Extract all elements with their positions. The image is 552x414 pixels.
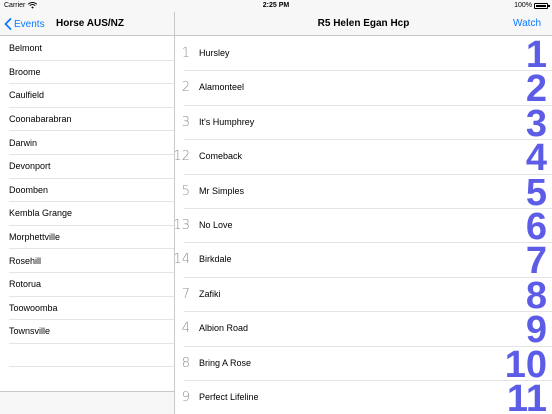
venue-item[interactable]: Doomben <box>9 179 174 203</box>
back-button-label: Events <box>14 18 45 30</box>
events-back-button[interactable]: Events <box>4 16 45 32</box>
runner-row[interactable]: 3 It's Humphrey 3 <box>182 104 552 144</box>
venue-item[interactable]: Townsville <box>9 320 174 344</box>
venue-item[interactable]: Devonport <box>9 155 174 179</box>
watch-button[interactable]: Watch <box>513 18 541 29</box>
runner-number: 12 <box>173 149 190 165</box>
battery-icon <box>534 3 550 9</box>
runner-number: 4 <box>181 321 190 337</box>
runner-row[interactable]: 5 Mr Simples 5 <box>182 173 552 213</box>
runner-name: Zafiki <box>199 288 221 299</box>
runner-name: Hursley <box>199 48 230 58</box>
runner-number: 7 <box>181 286 190 302</box>
master-nav-bar: Events Horse AUS/NZ <box>0 12 174 36</box>
venue-item[interactable]: Morphettville <box>9 226 174 250</box>
runner-name: Albion Road <box>199 323 249 334</box>
runner-name: Alamonteel <box>199 82 245 93</box>
runner-number: 14 <box>173 252 190 268</box>
runner-name: It's Humphrey <box>199 116 255 127</box>
runner-row[interactable]: 13 No Love 6 <box>173 207 552 247</box>
runner-name: Birkdale <box>199 254 232 265</box>
runner-row[interactable]: 8 Bring A Rose 10 <box>182 345 552 385</box>
venue-item[interactable]: Broome <box>9 61 174 85</box>
runner-number: 9 <box>181 389 190 405</box>
sidebar-title: Horse AUS/NZ <box>56 18 124 29</box>
chevron-left-icon <box>4 18 12 30</box>
venue-item[interactable]: Rotorua <box>9 273 174 297</box>
runner-row[interactable]: 2 Alamonteel 2 <box>182 69 552 109</box>
venue-item[interactable]: Belmont <box>9 37 174 61</box>
runner-number: 3 <box>181 114 190 130</box>
clock: 2:25 PM <box>262 2 290 9</box>
runner-row[interactable]: 14 Birkdale 7 <box>173 241 552 281</box>
venue-item[interactable]: Rosehill <box>9 249 174 273</box>
runner-name: Comeback <box>199 151 243 162</box>
venue-item[interactable]: Kembla Grange <box>9 202 174 226</box>
runner-row[interactable]: 7 Zafiki 8 <box>182 276 552 316</box>
runner-row[interactable]: 1 Hursley 1 <box>182 35 552 75</box>
finish-position: 11 <box>506 377 547 414</box>
runner-number: 5 <box>181 183 190 199</box>
runner-name: No Love <box>199 219 233 230</box>
runner-name: Bring A Rose <box>199 357 252 368</box>
runner-number: 8 <box>181 355 190 371</box>
runner-row[interactable]: 9 Perfect Lifeline 11 <box>182 377 552 414</box>
venue-item[interactable]: Coonabarabran <box>9 108 174 132</box>
runner-name: Mr Simples <box>199 185 245 196</box>
detail-nav-bar: R5 Helen Egan Hcp Watch <box>175 12 552 36</box>
runner-number: 1 <box>181 46 190 61</box>
sidebar-bottom-bar <box>0 391 174 414</box>
venue-list: Belmont Broome Caulfield Coonabarabran D… <box>0 37 174 368</box>
race-title: R5 Helen Egan Hcp <box>317 18 410 29</box>
runner-name: Perfect Lifeline <box>199 391 259 402</box>
empty-row <box>9 344 174 368</box>
venue-item[interactable]: Caulfield <box>9 84 174 108</box>
status-bar: Carrier 2:25 PM 100% <box>0 0 552 12</box>
venue-item[interactable]: Darwin <box>9 131 174 155</box>
battery-percent: 100% <box>514 2 532 9</box>
runner-number: 13 <box>173 217 190 233</box>
runner-row[interactable]: 4 Albion Road 9 <box>182 310 552 350</box>
runner-list: 1 Hursley 1 2 Alamonteel 2 3 It's Humphr… <box>173 35 552 414</box>
runner-row[interactable]: 12 Comeback 4 <box>173 138 552 178</box>
runner-number: 2 <box>181 80 190 96</box>
venue-item[interactable]: Toowoomba <box>9 297 174 321</box>
